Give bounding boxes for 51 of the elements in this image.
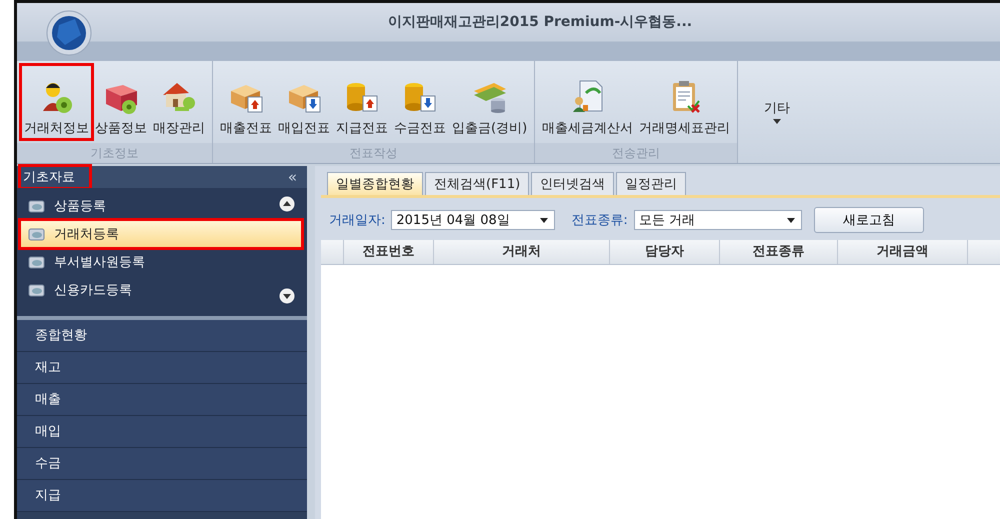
- ribbon-button[interactable]: 지급전표: [333, 65, 391, 139]
- ribbon-group-label: 기초정보: [17, 143, 212, 163]
- panel-title: 기초자료: [21, 167, 89, 187]
- tab[interactable]: 인터넷검색: [531, 172, 614, 195]
- nav-section-bar[interactable]: 재고: [17, 352, 307, 384]
- ribbon-group-label: 전송관리: [535, 143, 738, 163]
- nav-section-bar[interactable]: 종합현황: [17, 320, 307, 352]
- nav-section-bar[interactable]: 매출: [17, 384, 307, 416]
- type-dropdown[interactable]: 모든 거래: [634, 210, 802, 230]
- field-label: 전표종류:: [571, 212, 628, 229]
- field-label: 거래일자:: [329, 212, 386, 229]
- column-header[interactable]: 전표종류: [720, 240, 838, 264]
- card-icon: [28, 226, 46, 242]
- ribbon-button[interactable]: 상품정보: [92, 65, 150, 139]
- column-header[interactable]: 전표번호: [344, 240, 434, 264]
- sidebar-item[interactable]: 부서별사원등록: [20, 248, 302, 276]
- date-dropdown[interactable]: 2015년 04월 08일: [391, 210, 556, 230]
- collapse-button[interactable]: «: [288, 168, 297, 186]
- window-title: 이지판매재고관리2015 Premium-시우협동...: [386, 13, 694, 31]
- column-header[interactable]: 거래금액: [838, 240, 968, 264]
- tab[interactable]: 일정관리: [616, 172, 686, 195]
- sidebar-item[interactable]: 거래처등록: [20, 220, 302, 248]
- ribbon-button[interactable]: 입출금(경비): [449, 65, 530, 139]
- caret-icon: [773, 119, 782, 124]
- ribbon-group-label: 전표작성: [213, 143, 534, 163]
- card-icon: [28, 198, 46, 214]
- app-logo-icon[interactable]: [45, 9, 93, 57]
- ribbon-button[interactable]: 매장관리: [150, 65, 208, 139]
- nav-section-bar[interactable]: 매입: [17, 416, 307, 448]
- ribbon-button[interactable]: 거래처정보: [21, 65, 92, 139]
- scroll-up-icon[interactable]: [279, 196, 295, 212]
- sidebar-item[interactable]: 상품등록: [20, 192, 302, 220]
- column-header[interactable]: 담당자: [610, 240, 720, 264]
- ribbon-button[interactable]: 매출전표: [217, 65, 275, 139]
- nav-section-bar[interactable]: 지급: [17, 480, 307, 512]
- scroll-down-icon[interactable]: [279, 288, 295, 304]
- column-header[interactable]: 거래처: [434, 240, 610, 264]
- ribbon-button[interactable]: 거래명세표관리: [636, 65, 734, 139]
- tab[interactable]: 일별종합현황: [327, 172, 423, 195]
- ribbon-button[interactable]: 매출세금계산서: [539, 65, 636, 139]
- caret-icon: [540, 218, 548, 222]
- caret-icon: [786, 218, 795, 222]
- card-icon: [28, 254, 46, 270]
- tab[interactable]: 전체검색(F11): [425, 172, 530, 195]
- ribbon-button[interactable]: 매입전표: [275, 65, 333, 139]
- refresh-button[interactable]: 새로고침: [814, 207, 924, 233]
- sidebar-item[interactable]: 신용카드등록: [20, 276, 302, 304]
- more-dropdown-button[interactable]: 기타: [738, 61, 800, 141]
- nav-section-bar[interactable]: 수금: [17, 448, 307, 480]
- card-icon: [28, 282, 46, 298]
- ribbon-button[interactable]: 수금전표: [391, 65, 449, 139]
